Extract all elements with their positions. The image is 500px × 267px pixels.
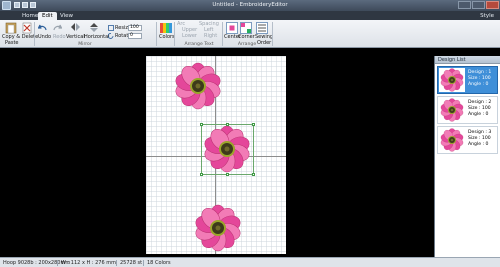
close-button[interactable] (486, 1, 499, 9)
mirror-vertical-icon[interactable] (70, 22, 81, 33)
resize-icon (108, 25, 114, 31)
delete-icon[interactable] (21, 22, 33, 34)
spacing-right-button[interactable]: Right (204, 34, 217, 39)
flower-design-3[interactable] (192, 204, 244, 252)
design-angle: Angle : 0 (468, 82, 489, 87)
design-list-item-2[interactable]: Design : 2 Size : 100 Angle : 0 (437, 96, 498, 124)
rotate-icon (108, 33, 114, 39)
window-title: Untitled - EmbroideryEditor (212, 2, 288, 8)
group-label-mirror: Mirror (78, 42, 92, 47)
divider (272, 22, 273, 46)
paste-icon[interactable] (5, 22, 17, 34)
design-angle: Angle : 0 (468, 112, 489, 117)
selection-box[interactable] (201, 124, 254, 175)
resize-handle[interactable] (226, 123, 229, 126)
center-icon[interactable] (226, 22, 238, 34)
title-bar: Untitled - EmbroideryEditor (0, 0, 500, 11)
divider (174, 22, 175, 46)
divider (116, 260, 117, 266)
resize-input[interactable]: 100 (128, 25, 142, 31)
group-label-arrange-text: Arrange Text (184, 42, 214, 47)
colors-button[interactable]: Colors (159, 35, 175, 40)
colors-icon[interactable] (160, 22, 172, 34)
arc-lower-button[interactable]: Lower (182, 34, 197, 39)
ribbon: Copy & Delete Paste Undo Redo Vertical H… (0, 20, 500, 48)
design-thumbnail (439, 128, 465, 152)
tab-view[interactable]: View (56, 12, 77, 20)
style-menu[interactable]: Style (480, 12, 494, 20)
resize-handle[interactable] (226, 173, 229, 176)
design-thumbnail (439, 98, 465, 122)
flower-design-1[interactable] (172, 62, 224, 110)
resize-handle[interactable] (252, 123, 255, 126)
sewing-order-icon[interactable] (256, 22, 268, 34)
design-list-item-3[interactable]: Design : 3 Size : 100 Angle : 0 (437, 126, 498, 154)
redo-icon[interactable] (52, 23, 62, 33)
status-bar: Hoop 9028b : 200x280mm W : 112 x H : 276… (0, 257, 500, 267)
corner-button[interactable]: Corner (238, 35, 255, 40)
resize-handle[interactable] (200, 173, 203, 176)
status-colors: 18 Colors (147, 260, 171, 266)
divider (34, 22, 35, 46)
mirror-horizontal-button[interactable]: Horizontal (84, 35, 110, 40)
divider (156, 22, 157, 46)
undo-icon[interactable] (38, 23, 48, 33)
tab-edit[interactable]: Edit (38, 12, 57, 20)
status-stitches: 25728 st (120, 260, 143, 266)
design-angle: Angle : 0 (468, 142, 489, 147)
divider (143, 260, 144, 266)
mirror-vertical-button[interactable]: Vertical (66, 35, 85, 40)
mirror-horizontal-icon[interactable] (89, 22, 100, 33)
resize-handle[interactable] (200, 123, 203, 126)
maximize-button[interactable] (472, 1, 485, 9)
design-thumbnail (439, 68, 465, 92)
paste-button[interactable]: Paste (5, 41, 19, 46)
resize-handle[interactable] (252, 173, 255, 176)
group-label-arrange: Arrange (237, 42, 257, 47)
design-list-item-1[interactable]: Design : 1 Size : 100 Angle : 0 (437, 66, 498, 94)
status-size: W : 112 x H : 276 mm (61, 260, 116, 266)
ribbon-tab-row: Home Edit View Style (0, 11, 500, 20)
design-list-panel: Design List Design : 1 Size : 100 Angle … (434, 56, 500, 257)
redo-button[interactable]: Redo (53, 35, 66, 40)
divider (57, 260, 58, 266)
design-list-title: Design List (435, 56, 500, 64)
undo-button[interactable]: Undo (38, 35, 51, 40)
corner-icon[interactable] (240, 22, 252, 34)
minimize-button[interactable] (458, 1, 471, 9)
rotate-input[interactable]: 0 (128, 33, 142, 39)
